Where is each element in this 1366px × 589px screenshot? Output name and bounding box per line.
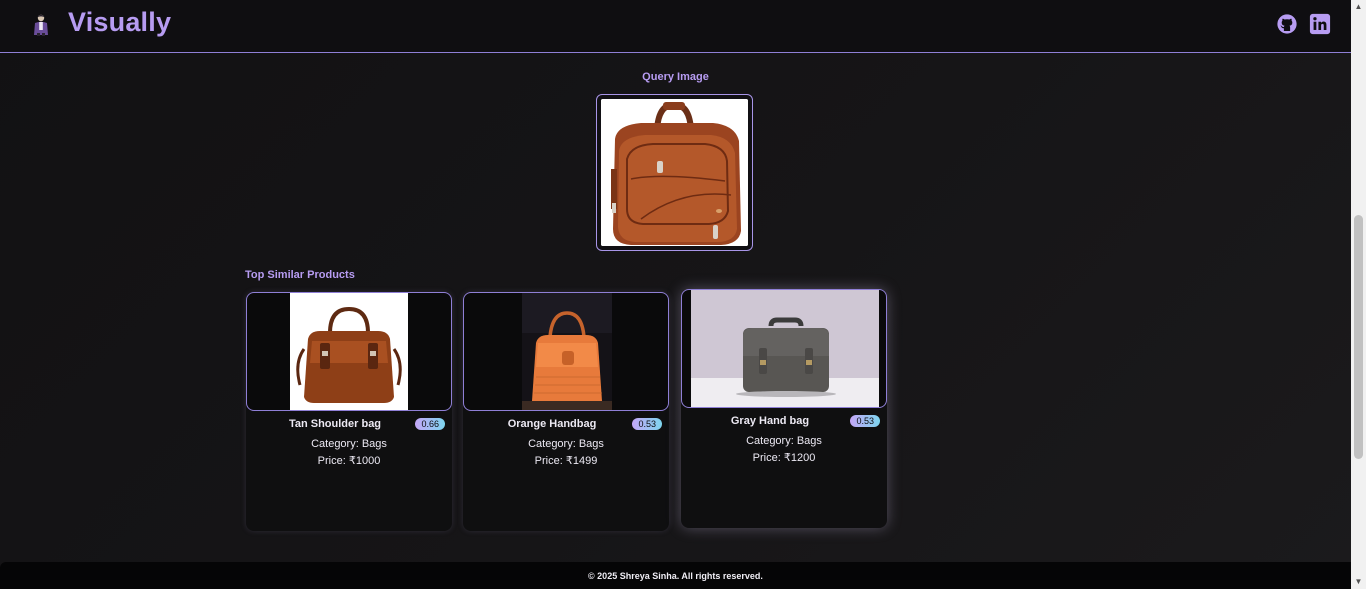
product-price: Price: ₹1200 (752, 452, 816, 464)
github-icon[interactable] (1276, 13, 1298, 35)
product-image-frame (681, 289, 887, 408)
copyright-text: © 2025 Shreya Sinha. All rights reserved… (588, 571, 763, 581)
product-card[interactable]: Gray Hand bag 0.53 Category: Bags Price:… (681, 289, 887, 528)
product-category: Category: Bags (746, 435, 822, 447)
product-image (290, 293, 408, 410)
product-title: Tan Shoulder bag (288, 418, 382, 430)
product-category: Category: Bags (528, 438, 604, 450)
page: Visually Query Image Top Similar Product… (0, 0, 1351, 589)
vertical-scrollbar[interactable]: ▲ ▼ (1351, 0, 1366, 589)
product-card[interactable]: Orange Handbag 0.53 Category: Bags Price… (463, 292, 669, 531)
product-image (691, 290, 879, 407)
product-title: Orange Handbag (507, 418, 597, 430)
similarity-score-badge: 0.53 (850, 415, 880, 427)
scrollbar-thumb[interactable] (1354, 215, 1363, 459)
product-image-frame (246, 292, 452, 411)
brand-name[interactable]: Visually (68, 7, 171, 38)
linkedin-icon[interactable] (1309, 13, 1331, 35)
product-price: Price: ₹1499 (534, 455, 598, 467)
product-category: Category: Bags (311, 438, 387, 450)
app-header: Visually (0, 0, 1351, 53)
product-card[interactable]: Tan Shoulder bag 0.66 Category: Bags Pri… (246, 292, 452, 531)
similar-products-label: Top Similar Products (245, 269, 355, 281)
product-image-frame (463, 292, 669, 411)
query-image-frame (596, 94, 753, 251)
similarity-score-badge: 0.66 (415, 418, 445, 430)
page-footer: © 2025 Shreya Sinha. All rights reserved… (0, 562, 1351, 589)
logo-icon (34, 14, 48, 36)
scroll-down-arrow-icon[interactable]: ▼ (1351, 575, 1366, 589)
scroll-up-arrow-icon[interactable]: ▲ (1351, 0, 1366, 14)
query-image-label: Query Image (642, 71, 709, 83)
query-image (601, 99, 748, 246)
product-image (522, 293, 612, 410)
product-price: Price: ₹1000 (317, 455, 381, 467)
similarity-score-badge: 0.53 (632, 418, 662, 430)
product-title: Gray Hand bag (730, 415, 810, 427)
